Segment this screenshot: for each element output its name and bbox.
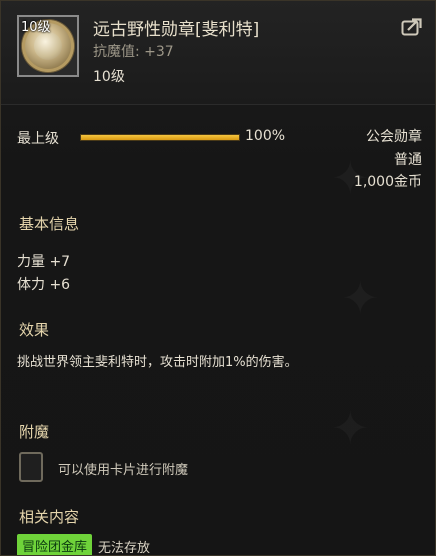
resist-value: +37 — [144, 44, 174, 60]
enchant-hint: 可以使用卡片进行附魔 — [58, 463, 189, 478]
item-level: 10级 — [93, 69, 125, 85]
item-name: 远古野性勋章[斐利特] — [93, 20, 260, 40]
item-grade: 普通 — [394, 152, 422, 168]
background-watermark: ✦ — [341, 271, 380, 325]
share-arrow-icon[interactable] — [401, 17, 423, 37]
item-level-badge: 10级 — [21, 20, 51, 35]
upgrade-progress-fill — [81, 135, 239, 140]
item-icon-frame[interactable]: 10级 — [17, 15, 79, 77]
stat-strength: 力量 +7 — [17, 254, 71, 270]
resist-label: 抗魔值: — [93, 44, 140, 60]
upgrade-level-label: 最上级 — [17, 131, 59, 147]
effect-description: 挑战世界领主斐利特时，攻击时附加1%的伤害。 — [17, 355, 298, 370]
card-slot-icon[interactable] — [19, 452, 43, 482]
account-vault-tag: 冒险团金库 — [17, 534, 93, 555]
vault-storage-note: 无法存放 — [98, 541, 151, 556]
item-type: 公会勋章 — [366, 129, 422, 145]
basic-info-title: 基本信息 — [19, 215, 80, 233]
stat-stamina: 体力 +6 — [17, 277, 71, 293]
upgrade-progress-text: 100% — [245, 128, 286, 144]
upgrade-progress-bar — [80, 134, 240, 141]
item-price: 1,000金币 — [353, 174, 422, 190]
tooltip-header: 10级 远古野性勋章[斐利特] 抗魔值: +37 10级 — [1, 1, 435, 105]
effect-title: 效果 — [19, 321, 50, 339]
resist-value-row: 抗魔值: +37 — [93, 41, 174, 61]
enchant-title: 附魔 — [19, 423, 50, 441]
item-tooltip: ✦ ✦ ✦ 10级 远古野性勋章[斐利特] 抗魔值: +37 10级 最上级 1… — [0, 0, 436, 556]
background-watermark: ✦ — [331, 401, 370, 455]
related-content-title: 相关内容 — [19, 508, 80, 526]
